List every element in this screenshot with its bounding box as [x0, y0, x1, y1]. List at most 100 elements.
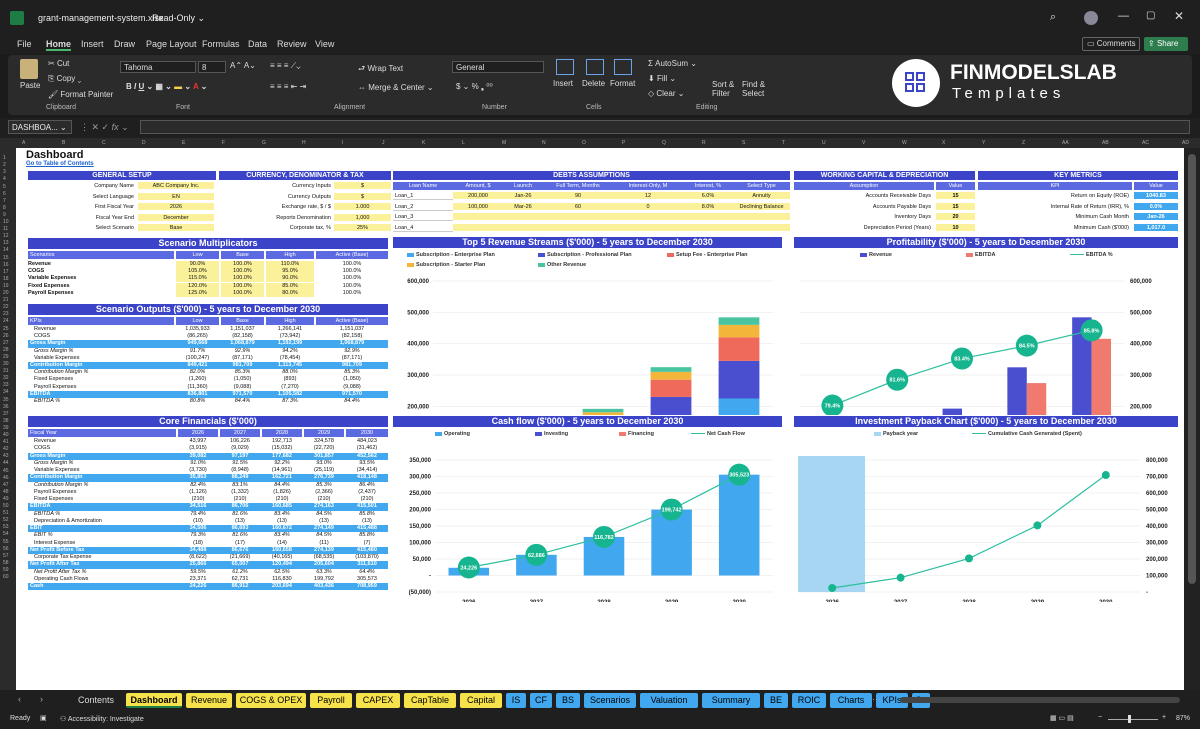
sheet-tab-be[interactable]: BE: [764, 693, 788, 708]
row-number[interactable]: 9: [3, 212, 6, 218]
row-number[interactable]: 4: [3, 176, 6, 182]
column-header-w[interactable]: W: [902, 140, 907, 146]
debts-cell[interactable]: [613, 223, 683, 232]
column-header-ad[interactable]: AD: [1182, 140, 1189, 146]
row-number[interactable]: 29: [3, 354, 9, 360]
sort-filter-button[interactable]: Sort & Filter: [712, 80, 742, 98]
macro-record-icon[interactable]: ▣: [40, 714, 47, 722]
input-value[interactable]: December: [138, 213, 214, 222]
row-number[interactable]: 43: [3, 453, 9, 459]
zoom-in-icon[interactable]: +: [1162, 714, 1166, 721]
find-select-button[interactable]: Find & Select: [742, 80, 772, 98]
debts-cell[interactable]: [503, 223, 543, 232]
input-value[interactable]: 1.000: [334, 203, 391, 211]
column-header-o[interactable]: O: [582, 140, 586, 146]
input-value[interactable]: Base: [138, 224, 214, 232]
avatar[interactable]: [1084, 11, 1098, 25]
worksheet[interactable]: Dashboard Go to Table of Contents GENERA…: [16, 148, 1184, 690]
sheet-tab-cogs-opex[interactable]: COGS & OPEX: [236, 693, 306, 708]
column-header-e[interactable]: E: [182, 140, 185, 146]
row-number[interactable]: 50: [3, 503, 9, 509]
row-number[interactable]: 3: [3, 169, 6, 175]
column-header-d[interactable]: D: [142, 140, 146, 146]
debts-cell[interactable]: 6.0%: [683, 192, 733, 200]
column-header-t[interactable]: T: [782, 140, 785, 146]
column-header-s[interactable]: S: [742, 140, 745, 146]
zoom-thumb[interactable]: [1128, 715, 1131, 723]
font-style-buttons[interactable]: B I U ⌄ ▦ ⌄ ▬ ⌄ A ⌄: [126, 82, 207, 91]
column-header-b[interactable]: B: [62, 140, 65, 146]
debts-cell[interactable]: Mar-26: [503, 202, 543, 211]
column-header-g[interactable]: G: [262, 140, 266, 146]
sheet-tab-revenue[interactable]: Revenue: [186, 693, 232, 708]
close-icon[interactable]: ✕: [1174, 9, 1184, 23]
debts-cell[interactable]: 90: [543, 192, 613, 200]
input-value[interactable]: 2026: [138, 203, 214, 211]
row-number[interactable]: 37: [3, 411, 9, 417]
copy-button[interactable]: ⎘ Copy ⌄: [48, 74, 81, 84]
view-normal-icon[interactable]: ▦ ▭ ▤: [1050, 714, 1074, 722]
row-number[interactable]: 39: [3, 425, 9, 431]
input-value[interactable]: 1,000: [334, 213, 391, 222]
row-number[interactable]: 24: [3, 318, 9, 324]
menu-draw[interactable]: Draw: [114, 39, 135, 49]
menu-home[interactable]: Home: [46, 39, 72, 51]
debts-cell[interactable]: 0: [613, 202, 683, 211]
column-header-n[interactable]: N: [542, 140, 546, 146]
debts-cell[interactable]: [543, 213, 613, 221]
mult-cell[interactable]: 100.0%: [221, 282, 264, 290]
mult-cell[interactable]: 110.0%: [266, 261, 314, 268]
debts-cell[interactable]: [733, 223, 790, 232]
tab-scroll-left-icon[interactable]: ‹: [18, 694, 21, 704]
row-number[interactable]: 60: [3, 574, 9, 580]
column-header-r[interactable]: R: [702, 140, 706, 146]
column-header-c[interactable]: C: [102, 140, 106, 146]
sheet-tab-bs[interactable]: BS: [556, 693, 580, 708]
sheet-tab-captable[interactable]: CapTable: [404, 693, 456, 708]
input-value[interactable]: ABC Company Inc.: [138, 182, 214, 190]
row-number[interactable]: 36: [3, 404, 9, 410]
row-number[interactable]: 44: [3, 460, 9, 466]
sheet-tab-scenarios[interactable]: Scenarios: [584, 693, 636, 708]
format-cells-button[interactable]: Format: [610, 79, 635, 88]
row-number[interactable]: 19: [3, 283, 9, 289]
column-header-l[interactable]: L: [462, 140, 465, 146]
number-format-dropdown[interactable]: General: [452, 61, 544, 73]
column-header-v[interactable]: V: [862, 140, 865, 146]
column-header-ab[interactable]: AB: [1102, 140, 1109, 146]
wc-value[interactable]: 15: [936, 192, 975, 200]
row-number[interactable]: 51: [3, 510, 9, 516]
mult-cell[interactable]: 80.0%: [266, 289, 314, 297]
row-number[interactable]: 18: [3, 276, 9, 282]
row-number[interactable]: 16: [3, 262, 9, 268]
name-box[interactable]: DASHBOA... ⌄: [8, 120, 72, 134]
debts-cell[interactable]: [683, 213, 733, 221]
debts-cell[interactable]: [543, 223, 613, 232]
column-header-ac[interactable]: AC: [1142, 140, 1149, 146]
row-number[interactable]: 38: [3, 418, 9, 424]
row-number[interactable]: 17: [3, 269, 9, 275]
sheet-tab-valuation[interactable]: Valuation: [640, 693, 698, 708]
debts-cell[interactable]: 60: [543, 202, 613, 211]
row-number[interactable]: 1: [3, 155, 6, 161]
column-header-u[interactable]: U: [822, 140, 826, 146]
row-number[interactable]: 34: [3, 389, 9, 395]
row-number[interactable]: 42: [3, 446, 9, 452]
wc-value[interactable]: 15: [936, 202, 975, 211]
row-number[interactable]: 47: [3, 482, 9, 488]
formula-input[interactable]: [140, 120, 1190, 134]
row-number[interactable]: 28: [3, 347, 9, 353]
row-number[interactable]: 57: [3, 553, 9, 559]
mult-cell[interactable]: 115.0%: [176, 275, 219, 283]
row-number[interactable]: 45: [3, 468, 9, 474]
sheet-tab-is[interactable]: IS: [506, 693, 526, 708]
row-number[interactable]: 58: [3, 560, 9, 566]
mult-cell[interactable]: 105.0%: [176, 268, 219, 276]
debts-cell[interactable]: [453, 223, 503, 232]
mult-cell[interactable]: 100.0%: [221, 289, 264, 297]
wc-value[interactable]: 10: [936, 223, 975, 232]
search-icon[interactable]: ⌕: [1050, 11, 1056, 24]
row-number[interactable]: 53: [3, 524, 9, 530]
paste-button[interactable]: Paste: [20, 81, 40, 90]
align-top-icon[interactable]: ≡ ≡ ≡ ⟋⌄: [270, 61, 301, 71]
